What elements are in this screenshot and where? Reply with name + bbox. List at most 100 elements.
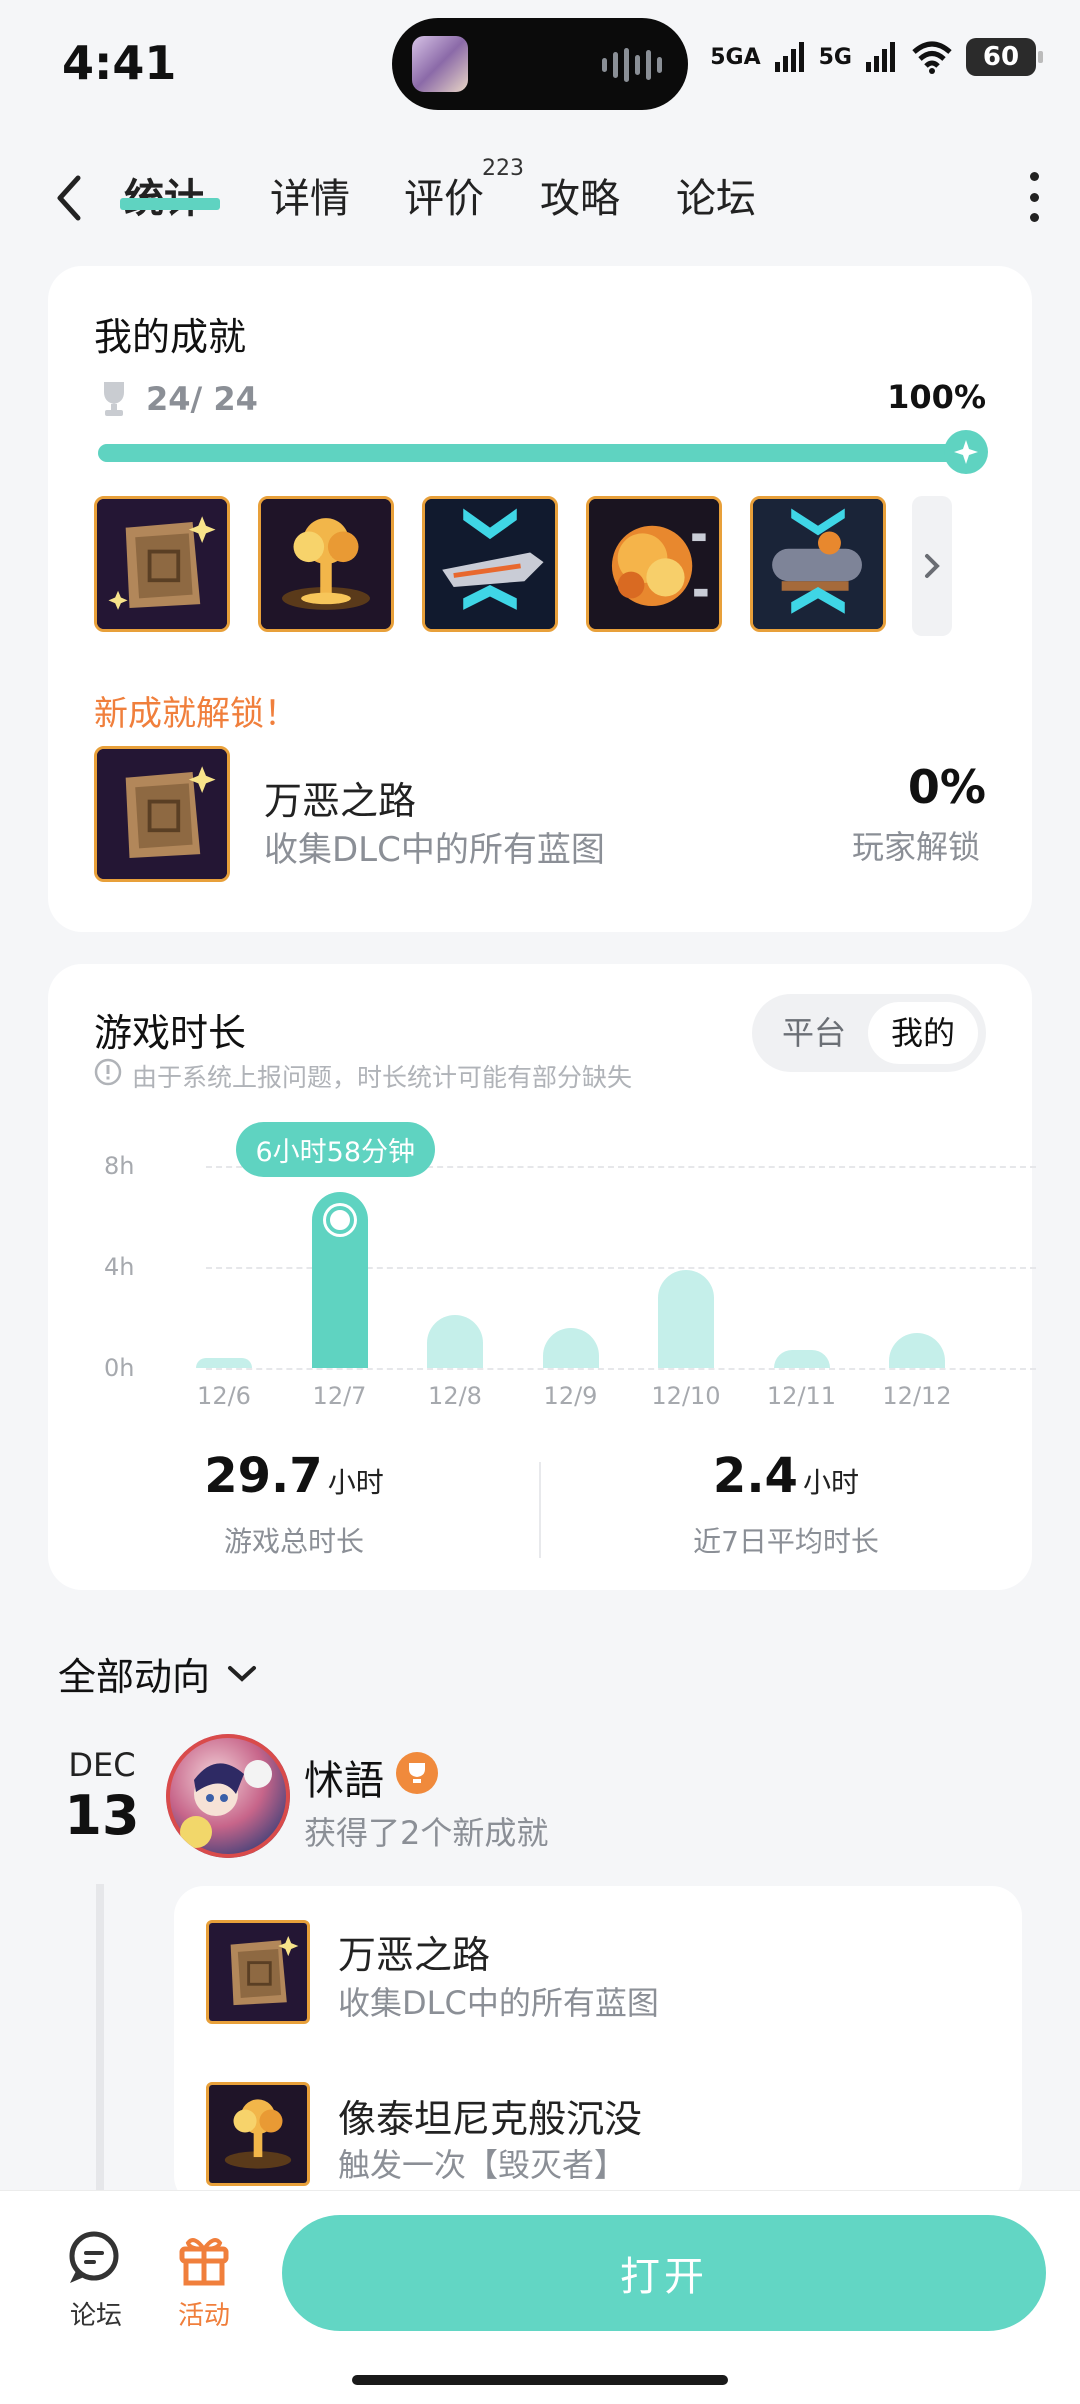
status-time: 4:41 [62,36,177,90]
activity-button[interactable]: 活动 [164,2231,244,2332]
network-label-2: 5G [818,44,852,70]
feed-filter-label: 全部动向 [58,1655,211,1699]
feed-item-name-2: 像泰坦尼克般沉没 [338,2097,643,2141]
activity-label: 活动 [177,2301,230,2331]
battery-level: 60 [982,42,1020,72]
unlocked-achievement-name: 万恶之路 [264,779,417,823]
chevron-right-icon [925,554,940,578]
bar-tooltip: 6小时58分钟 [235,1122,436,1177]
progress-star-icon [944,430,988,474]
explosion-cloud-icon[interactable] [206,2082,310,2186]
bar-12/10[interactable] [658,1269,714,1368]
new-unlock-label: 新成就解锁！ [94,694,298,734]
explosion-cloud-icon[interactable] [258,496,394,632]
spaceship-icon[interactable] [422,496,558,632]
unlocked-achievement-desc: 收集DLC中的所有蓝图 [264,830,605,870]
feed-action: 获得了2个新成就 [304,1814,549,1852]
y-tick-label: 4h [104,1253,135,1281]
active-tab-indicator [120,198,220,210]
total-playtime: 29.7 小时 [48,1448,540,1504]
blueprint-map-icon[interactable] [94,496,230,632]
timeline-line [96,1884,104,2190]
feed-filter-dropdown[interactable]: 全部动向 [58,1646,258,1701]
submarine-icon[interactable] [750,496,886,632]
feed-day: 13 [64,1784,140,1847]
bar-highlight-dot [325,1206,354,1234]
tab-reviews[interactable]: 评价 223 [404,156,524,224]
status-icons: 5GA 5G 60 [710,38,1043,76]
battery-icon: 60 [966,38,1043,76]
bottom-action-bar: 论坛 活动 打开 [0,2190,1080,2404]
more-menu-icon[interactable] [1028,172,1040,222]
fireball-icon[interactable] [586,496,722,632]
avatar[interactable] [166,1734,290,1858]
trophy-icon [104,382,124,416]
feed-item-desc: 收集DLC中的所有蓝图 [338,1984,659,2022]
avg-playtime: 2.4 小时 [540,1448,1032,1504]
x-tick-label: 12/8 [428,1382,482,1410]
audio-wave-icon [602,48,662,82]
feed-item-desc-2: 触发一次【毁灭者】 [338,2146,627,2184]
signal-icon [774,42,804,72]
bar-12/6[interactable] [196,1357,252,1368]
back-button[interactable] [50,168,90,228]
achievement-percent: 100% [887,378,986,416]
x-tick-label: 12/9 [543,1382,598,1410]
playtime-bar-chart: 8h 4h 0h 12/6 6小时58分钟 12/7 12/8 12/9 12/10 12/11 1… [48,964,1036,1410]
gift-icon [179,2238,229,2286]
chat-bubble-icon [69,2231,119,2283]
grid-line [206,1368,1036,1370]
y-tick-label: 0h [104,1354,135,1382]
achievement-count: 24/ 24 [146,380,258,418]
bar-12/8[interactable] [427,1314,483,1368]
more-achievements-button[interactable] [912,496,952,636]
forum-label: 论坛 [69,2301,122,2331]
x-tick-label: 12/6 [197,1382,251,1410]
tab-stats[interactable]: 统计 [124,166,204,224]
x-tick-label: 12/7 [312,1382,367,1410]
blueprint-map-icon[interactable] [206,1920,310,2024]
tab-details[interactable]: 详情 [270,166,350,224]
top-nav: 统计 详情 评价 223 攻略 论坛 [0,156,1080,260]
playtime-card: 游戏时长 由于系统上报问题，时长统计可能有部分缺失 平台 我的 8h 4h 0h 12… [48,964,1036,1590]
achievement-progress-fill [98,444,978,462]
tab-guides[interactable]: 攻略 [540,166,620,224]
unlock-rate: 0% [907,760,986,814]
unlock-rate-label: 玩家解锁 [851,828,980,866]
feed-month: DEC [68,1746,136,1784]
unlocked-achievement-icon[interactable] [94,746,230,882]
achievements-card: 我的成就 24/ 24 100% 新成就解锁！ 万恶之路 收集DLC中的所有蓝图… [48,266,1032,932]
forum-button[interactable]: 论坛 [56,2231,136,2332]
bar-12/9[interactable] [542,1327,599,1368]
achievements-title: 我的成就 [94,315,247,359]
achievement-progress-bar [98,444,978,462]
tab-reviews-label: 评价 [404,176,484,222]
media-thumbnail [412,36,468,92]
network-label-1: 5GA [710,44,761,70]
x-tick-label: 12/12 [882,1382,952,1410]
back-arrow-icon [57,175,81,221]
feed-username[interactable]: 怵語 [304,1748,384,1806]
total-playtime-unit: 小时 [327,1466,384,1499]
y-tick-label: 8h [104,1152,135,1180]
total-playtime-value: 29.7 [204,1448,323,1504]
avg-playtime-value: 2.4 [712,1448,798,1504]
avg-playtime-unit: 小时 [803,1466,860,1499]
bar-12/11[interactable] [773,1350,830,1368]
avg-playtime-label: 近7日平均时长 [693,1525,879,1558]
x-tick-label: 12/10 [651,1382,721,1410]
open-game-button[interactable]: 打开 [282,2215,1046,2331]
x-tick-label: 12/11 [766,1382,837,1410]
review-count-badge: 223 [482,156,524,181]
wifi-icon [912,41,952,74]
bar-12/12[interactable] [889,1332,945,1368]
dynamic-island[interactable] [392,18,688,110]
home-indicator [352,2375,728,2385]
chevron-down-icon [228,1665,257,1682]
feed-item-name: 万恶之路 [338,1933,491,1977]
total-playtime-label: 游戏总时长 [223,1525,364,1558]
signal-icon-2 [866,42,895,72]
tab-forum[interactable]: 论坛 [676,166,756,224]
feed-achievement-list: 万恶之路 收集DLC中的所有蓝图 像泰坦尼克般沉没 触发一次【毁灭者】 [174,1886,1022,2206]
user-badge-icon [396,1752,438,1794]
